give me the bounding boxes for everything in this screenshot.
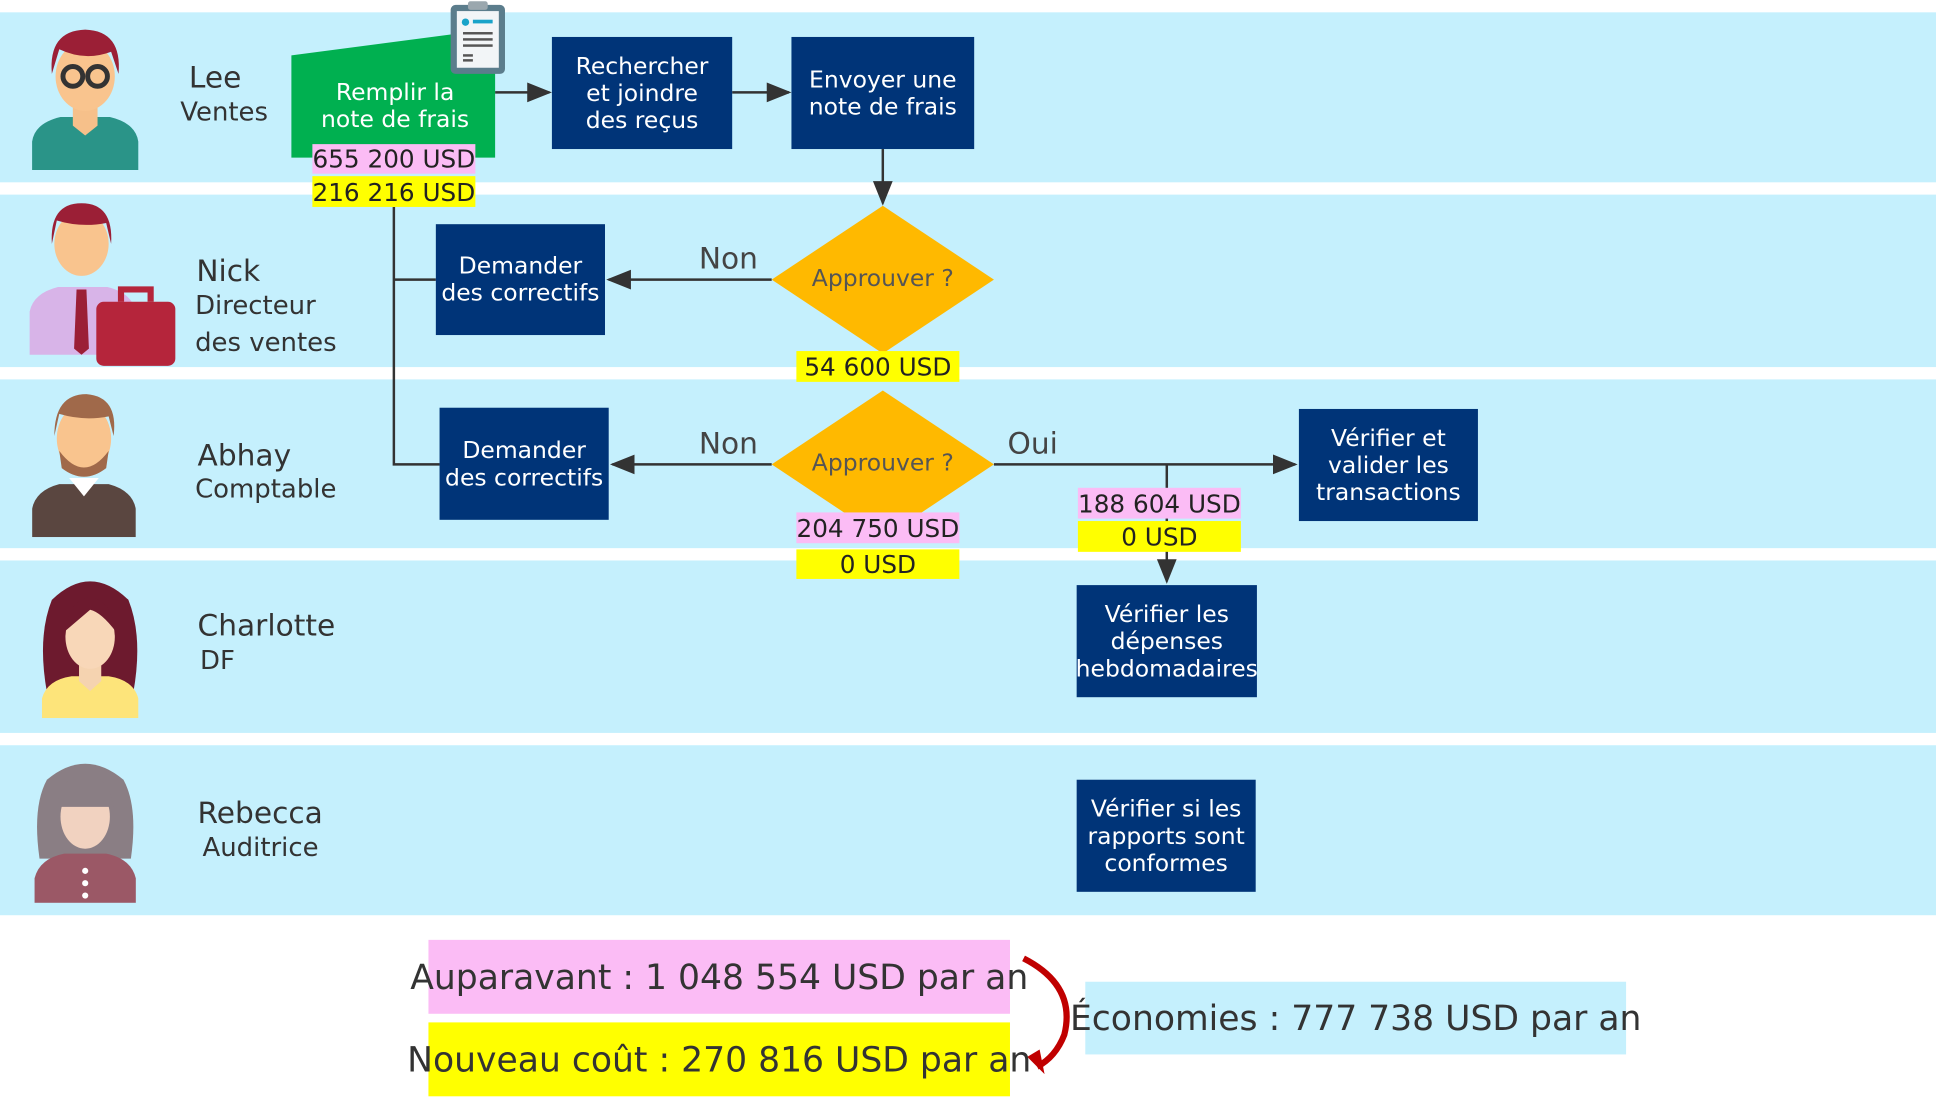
task-request-fix-1[interactable]: Demander des correctifs (435, 224, 606, 336)
decision-1-no: Non (698, 241, 758, 276)
yes-branch-cost-after: 0 USD (1077, 521, 1241, 552)
summary-before: Auparavant : 1 048 554 USD par an (410, 939, 1028, 1014)
summary-savings: Économies : 777 738 USD par an (1070, 981, 1641, 1055)
decision-2-label: Approuver ? (811, 449, 954, 477)
summary-after: Nouveau coût : 270 816 USD par an (407, 1022, 1031, 1097)
yes-branch-cost-before: 188 604 USD (1077, 487, 1241, 519)
connectors (291, 34, 1298, 1075)
task-weekly-review[interactable]: Vérifier les dépenses hebdomadaires (1076, 585, 1258, 698)
task-request-fix-2[interactable]: Demander des correctifs (439, 407, 609, 520)
decision-1-cost-after: 54 600 USD (796, 351, 960, 382)
decision-2-no: Non (698, 426, 758, 461)
swimlane-diagram: Lee Ventes Nick Directeur des ventes Abh… (0, 0, 1936, 1100)
decision-1-label: Approuver ? (811, 264, 954, 292)
decision-2-yes: Oui (1007, 426, 1058, 461)
start-cost-after: 216 216 USD (312, 176, 476, 207)
start-cost-before: 655 200 USD (312, 144, 476, 174)
decision-2-cost-after: 0 USD (796, 549, 960, 579)
task-validate-transactions[interactable]: Vérifier et valider les transactions (1298, 408, 1478, 522)
decision-2-cost-before: 204 750 USD (796, 512, 960, 544)
task-send-expense[interactable]: Envoyer une note de frais (791, 36, 975, 150)
task-audit-compliance[interactable]: Vérifier si les rapports sont conformes (1076, 779, 1256, 892)
clipboard-form-icon (450, 1, 505, 74)
task-search-receipts[interactable]: Rechercher et joindre des reçus (551, 36, 733, 150)
start-task-fill-expense[interactable]: Remplir la note de frais (296, 68, 494, 144)
